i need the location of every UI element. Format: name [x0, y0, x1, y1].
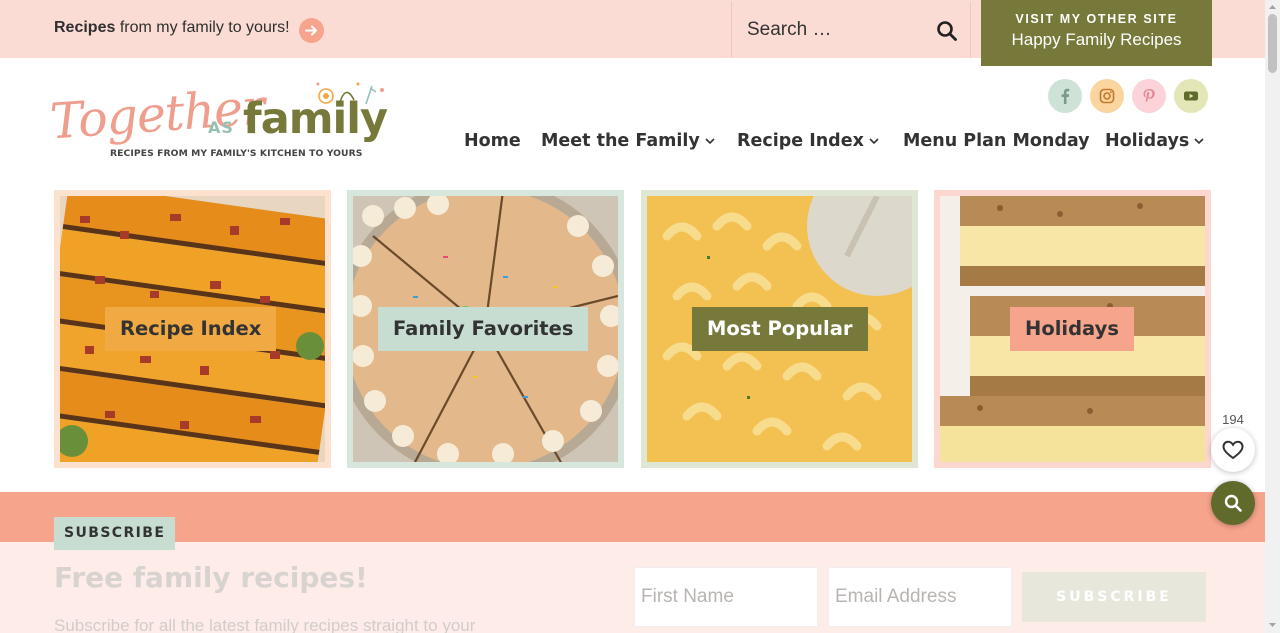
favorites-count: 194 [1222, 412, 1244, 427]
tile-label: Most Popular [692, 307, 868, 351]
pinterest-link[interactable] [1132, 79, 1166, 113]
instagram-icon [1099, 88, 1115, 104]
other-site-kicker: VISIT MY OTHER SITE [1015, 12, 1178, 26]
kitchen-doodle-icon [316, 82, 384, 105]
tile-label: Holidays [1010, 307, 1134, 351]
visit-other-site-button[interactable]: VISIT MY OTHER SITE Happy Family Recipes [981, 0, 1212, 66]
youtube-link[interactable] [1174, 79, 1208, 113]
category-tile-most-popular[interactable]: Most Popular [641, 190, 918, 468]
pinterest-icon [1143, 89, 1155, 103]
heart-icon [1222, 440, 1244, 460]
nav-home[interactable]: Home [464, 131, 521, 151]
other-site-name: Happy Family Recipes [1011, 30, 1182, 49]
search-icon [1224, 494, 1242, 512]
tagline: Recipes from my family to yours! [54, 19, 290, 36]
nav-recipe-index[interactable]: Recipe Index [737, 131, 879, 151]
subscribe-band [0, 492, 1265, 542]
logo-script-text: Together [48, 78, 267, 151]
category-tile-recipe-index[interactable]: Recipe Index [54, 190, 331, 468]
category-tile-family-favorites[interactable]: Family Favorites [347, 190, 624, 468]
scrollbar-thumb[interactable] [1268, 14, 1277, 73]
nav-holidays[interactable]: Holidays [1105, 131, 1204, 151]
logo-subtitle: RECIPES FROM MY FAMILY'S KITCHEN TO YOUR… [110, 148, 363, 159]
tile-label: Recipe Index [105, 307, 277, 351]
favorite-button[interactable] [1211, 428, 1255, 472]
scroll-down-icon[interactable] [1268, 620, 1277, 630]
subscribe-button[interactable]: SUBSCRIBE [1022, 572, 1206, 622]
tile-label: Family Favorites [378, 307, 589, 351]
category-tile-holidays[interactable]: Holidays [934, 190, 1211, 468]
youtube-icon [1184, 91, 1198, 101]
floating-search-button[interactable] [1211, 481, 1255, 525]
chevron-down-icon [1194, 138, 1204, 145]
subscribe-pill: SUBSCRIBE [54, 517, 176, 550]
nav-menu-plan-monday[interactable]: Menu Plan Monday [903, 131, 1090, 151]
search-form [731, 2, 971, 58]
facebook-link[interactable] [1048, 79, 1082, 113]
search-input[interactable] [732, 2, 932, 58]
nav-meet-the-family[interactable]: Meet the Family [541, 131, 715, 151]
first-name-field[interactable] [634, 567, 818, 627]
facebook-icon [1061, 88, 1070, 104]
scroll-up-icon[interactable] [1268, 2, 1277, 12]
arrow-right-icon[interactable] [299, 18, 324, 43]
chevron-down-icon [705, 138, 715, 145]
scrollbar[interactable] [1265, 0, 1280, 633]
subscribe-title: Free family recipes! [54, 561, 368, 594]
search-icon[interactable] [935, 19, 959, 43]
logo-as-text: AS [208, 118, 234, 137]
instagram-link[interactable] [1090, 79, 1124, 113]
site-logo[interactable]: Together AS family RECIPES FROM MY FAMIL… [48, 78, 393, 172]
chevron-down-icon [869, 138, 879, 145]
email-field[interactable] [828, 567, 1012, 627]
subscribe-text: Subscribe for all the latest family reci… [54, 616, 476, 633]
